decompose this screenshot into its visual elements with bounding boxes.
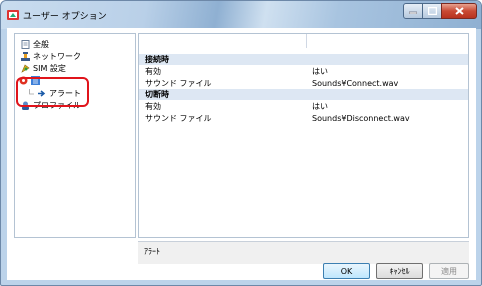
property-row[interactable]: 有効 はい xyxy=(139,101,468,112)
tree-item-network[interactable]: ネットワーク xyxy=(21,51,81,62)
property-value: はい xyxy=(312,102,328,111)
page-icon xyxy=(21,40,30,49)
property-name: 有効 xyxy=(145,102,161,111)
minimize-button[interactable] xyxy=(403,3,423,19)
category-row-disconnect[interactable]: 切断時 xyxy=(139,89,468,100)
property-name: サウンド ファイル xyxy=(145,79,212,88)
window-title: ユーザー オプション xyxy=(23,12,107,22)
network-icon xyxy=(21,52,30,61)
description-text: ｱﾗｰﾄ xyxy=(144,247,160,256)
tree-item-label: SIM 設定 xyxy=(33,64,66,73)
property-row[interactable]: サウンド ファイル Sounds¥Connect.wav xyxy=(139,78,468,89)
column-divider xyxy=(306,34,307,48)
close-button[interactable] xyxy=(441,3,477,19)
property-grid: 接続時 有効 はい サウンド ファイル Sounds¥Connect.wav 切… xyxy=(138,33,469,238)
property-row[interactable]: 有効 はい xyxy=(139,66,468,77)
maximize-icon xyxy=(427,7,437,15)
tree-item-label: ネットワーク xyxy=(33,52,81,61)
apply-button[interactable]: 適用 xyxy=(429,263,469,279)
tree-item-sim[interactable]: SIM 設定 xyxy=(21,63,66,74)
tree-item-label: 全般 xyxy=(33,40,49,49)
settings-tree: 全般 ネットワーク SIM 設定 アラート プロファイル xyxy=(14,33,136,238)
client-area: 全般 ネットワーク SIM 設定 アラート プロファイル 接続時 有効 はい サ… xyxy=(7,28,476,280)
highlight-box xyxy=(16,77,89,107)
maximize-button[interactable] xyxy=(422,3,442,19)
options-window: ユーザー オプション 全般 ネットワーク SIM 設定 アラート プロファイル … xyxy=(0,0,482,286)
category-row-connect[interactable]: 接続時 xyxy=(139,54,468,65)
close-icon xyxy=(454,7,464,15)
property-row[interactable]: サウンド ファイル Sounds¥Disconnect.wav xyxy=(139,113,468,124)
category-label: 切断時 xyxy=(145,90,169,99)
property-value: Sounds¥Disconnect.wav xyxy=(312,114,410,123)
property-value: Sounds¥Connect.wav xyxy=(312,79,399,88)
property-value: はい xyxy=(312,67,328,76)
tree-item-general[interactable]: 全般 xyxy=(21,39,49,50)
property-name: 有効 xyxy=(145,67,161,76)
minimize-icon xyxy=(409,11,417,14)
ok-button[interactable]: OK xyxy=(323,263,370,279)
category-label: 接続時 xyxy=(145,55,169,64)
sim-icon xyxy=(21,64,30,73)
app-icon xyxy=(7,10,19,20)
cancel-button[interactable]: ｷｬﾝｾﾙ xyxy=(376,263,423,279)
title-bar[interactable]: ユーザー オプション xyxy=(1,1,481,29)
description-pane: ｱﾗｰﾄ xyxy=(138,241,469,264)
property-name: サウンド ファイル xyxy=(145,114,212,123)
